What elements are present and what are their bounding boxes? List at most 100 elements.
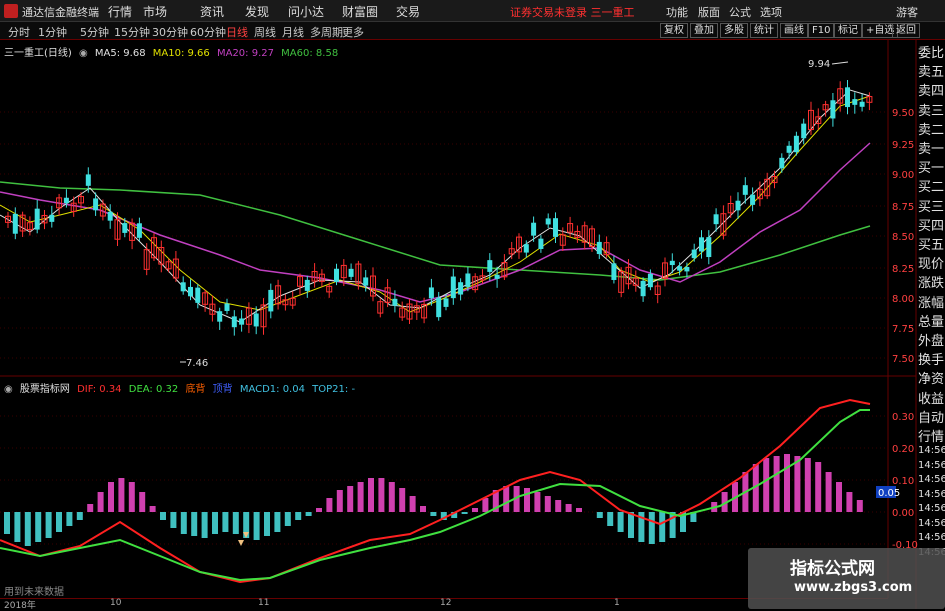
quote-side-panel: 委比 卖五 卖四 卖三 卖二 卖一 买一 买二 买三 买四 买五 现价 涨跌 涨幅 总量 外盘 换手 净资 收益 自动… [916, 42, 945, 558]
side-panel-item[interactable]: 行情 [918, 426, 944, 445]
date-label: 11 [258, 598, 270, 608]
macd-bar [763, 458, 770, 512]
watermark-url: www.zbgs3.com [794, 580, 913, 595]
candle-body [531, 222, 537, 236]
macd-bar [503, 486, 510, 512]
candle-body [779, 157, 785, 169]
side-panel-item[interactable]: 14:56 [918, 460, 945, 471]
macd-bar [212, 512, 218, 534]
candle-body [304, 279, 310, 291]
side-panel-item[interactable]: 涨幅 [918, 292, 944, 311]
candle-body [180, 282, 186, 292]
macd-bar [804, 458, 811, 512]
side-panel-item[interactable]: 外盘 [918, 330, 944, 349]
macd-bar [316, 508, 322, 512]
side-panel-item[interactable]: 卖三 [918, 100, 944, 119]
chart-area[interactable]: 9.50 9.25 9.00 8.75 8.50 8.25 8.00 7.75 7.50 9.9… [0, 0, 945, 609]
side-panel-item[interactable]: 卖四 [918, 80, 944, 99]
macd-bar [482, 498, 489, 512]
indicator-name[interactable]: 股票指标网 [20, 384, 70, 395]
candlestick-series [5, 79, 873, 336]
candle-body [669, 260, 675, 266]
side-panel-item[interactable]: 买二 [918, 176, 944, 195]
side-panel-item[interactable]: 14:56 [918, 445, 945, 456]
y-tick-label: 9.00 [892, 170, 914, 181]
side-panel-item[interactable]: 14:56 [918, 518, 945, 529]
macd-bar [66, 512, 73, 526]
stock-title[interactable]: 三一重工(日线) [4, 48, 72, 59]
candle-body [465, 273, 471, 287]
side-panel-item[interactable]: 净资 [918, 368, 944, 387]
side-panel-item[interactable]: 涨跌 [918, 272, 944, 291]
y-tick-label: 9.50 [892, 108, 914, 119]
candle-body [545, 218, 551, 225]
side-panel-item[interactable]: 卖二 [918, 119, 944, 138]
candle-body [63, 197, 69, 204]
candle-body [458, 282, 464, 295]
candle-body [793, 135, 799, 153]
dea-legend: DEA: 0.32 [128, 384, 179, 395]
candle-body [224, 303, 230, 311]
ma20-legend: MA20: 9.27 [216, 48, 274, 59]
macd-bar [378, 478, 385, 512]
macd-bar [420, 506, 426, 512]
candle-body [706, 237, 712, 258]
macd-bar [357, 482, 364, 512]
ma60-legend: MA60: 8.58 [281, 48, 339, 59]
side-panel-item[interactable]: 委比 [918, 42, 944, 61]
settings-circle-icon[interactable]: ◉ [79, 48, 88, 59]
side-panel-item[interactable]: 卖一 [918, 138, 944, 157]
side-panel-item[interactable]: 买五 [918, 234, 944, 253]
side-panel-item[interactable]: 总量 [918, 311, 944, 330]
candle-body [684, 266, 690, 272]
side-panel-item[interactable]: 14:56 [918, 503, 945, 514]
side-panel-item[interactable]: 现价 [918, 253, 944, 272]
candle-body [85, 174, 91, 186]
candle-body [494, 274, 500, 279]
y-tick-label: 0.30 [892, 412, 914, 423]
macd-bar [617, 512, 624, 532]
side-panel-item[interactable]: 卖五 [918, 61, 944, 80]
ma10-legend: MA10: 9.66 [152, 48, 210, 59]
macd-bar [24, 512, 31, 546]
y-tick-label: 0.20 [892, 444, 914, 455]
macd-bar [253, 512, 260, 540]
low-price-label: 7.46 [186, 358, 208, 369]
settings-circle-icon[interactable]: ◉ [4, 384, 13, 395]
candle-body [450, 276, 456, 299]
side-panel-item[interactable]: 14:56 [918, 474, 945, 485]
candle-body [107, 211, 113, 221]
side-panel-item[interactable]: 14:56 [918, 489, 945, 500]
macd-bar [295, 512, 302, 520]
side-panel-item[interactable]: 买一 [918, 157, 944, 176]
high-arrow [831, 61, 849, 65]
side-panel-item[interactable]: 换手 [918, 349, 944, 368]
side-panel-item[interactable]: 收益 [918, 388, 944, 407]
price-legend: 三一重工(日线) ◉ MA5: 9.68 MA10: 9.66 MA20: 9.… [4, 44, 342, 59]
side-panel-item[interactable]: 买三 [918, 196, 944, 215]
buy-divergence-legend: 底背 [185, 384, 206, 395]
side-panel-item[interactable]: 14:56 [918, 532, 945, 543]
macd-bar [648, 512, 655, 544]
price-annotations: 9.94 7.46 [180, 59, 849, 369]
candle-body [363, 277, 369, 286]
macd-bar [14, 512, 21, 542]
y-tick-label: 0.00 [892, 508, 914, 519]
date-label: 10 [110, 598, 122, 608]
site-watermark: 指标公式网 www.zbgs3.com [748, 548, 945, 609]
y-tick-label: 7.50 [892, 354, 914, 365]
date-label: 12 [440, 598, 452, 608]
candle-body [713, 214, 719, 225]
candle-body [253, 313, 259, 327]
side-panel-item[interactable]: 自动 [918, 407, 944, 426]
macd-bar [97, 492, 104, 512]
macd-bar [264, 512, 270, 536]
candle-body [122, 223, 128, 233]
watermark-title: 指标公式网 [790, 559, 875, 579]
side-panel-item[interactable]: 买四 [918, 215, 944, 234]
macd-bar [628, 512, 634, 538]
ma60-line [0, 181, 871, 281]
candle-body [93, 198, 99, 211]
candle-body [677, 266, 683, 271]
macd-bar [856, 500, 863, 512]
